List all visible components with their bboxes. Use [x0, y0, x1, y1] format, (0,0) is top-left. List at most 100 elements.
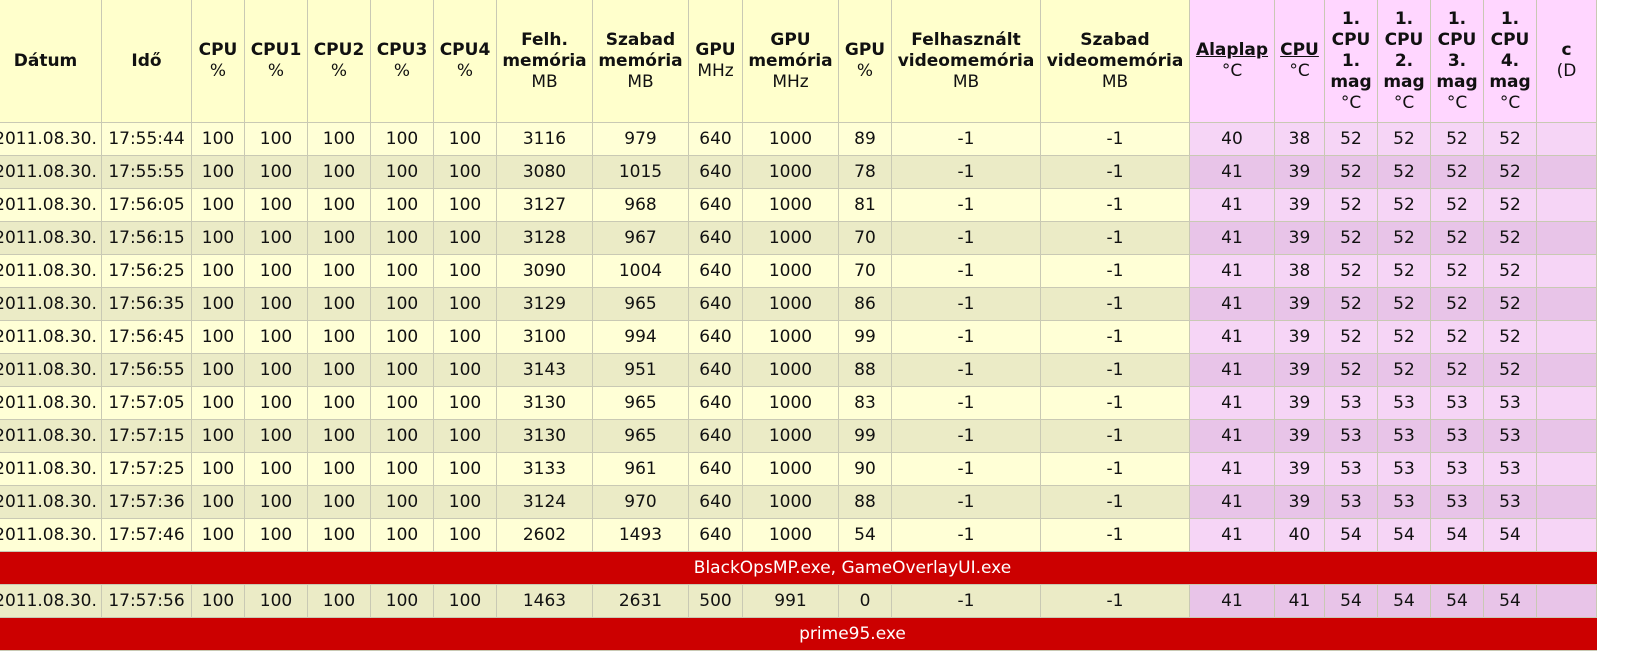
- cell-gpu_mhz: 640: [689, 255, 743, 288]
- cell-core4: 54: [1484, 585, 1537, 618]
- col-header-felh_vmem[interactable]: Felhasznált videomemória MB: [892, 0, 1041, 123]
- cell-gpu_mem: 991: [743, 585, 839, 618]
- col-header-unit: MHz: [772, 71, 809, 92]
- col-header-unit: °C: [1289, 61, 1310, 81]
- cell-cpu: 100: [192, 519, 245, 552]
- cell-datum: 2011.08.30.: [0, 486, 102, 519]
- cell-datum: 2011.08.30.: [0, 453, 102, 486]
- cell-gpu_mhz: 640: [689, 189, 743, 222]
- cell-cpu2: 100: [308, 387, 371, 420]
- col-header-core2[interactable]: 1. CPU 2. mag °C: [1378, 0, 1431, 123]
- cell-core2: 53: [1378, 453, 1431, 486]
- col-header-cpu4[interactable]: CPU4%: [434, 0, 497, 123]
- cell-cpu_temp: 39: [1275, 288, 1325, 321]
- table-row: 2011.08.30. 17:57:46 100 100 100 100 100 2602 14…: [0, 519, 1597, 552]
- cell-cpu2: 100: [308, 585, 371, 618]
- table-row: 2011.08.30. 17:56:45 100 100 100 100 100 3100 99…: [0, 321, 1597, 354]
- col-header-extra[interactable]: c (D: [1537, 0, 1597, 123]
- col-header-gpu_pct[interactable]: GPU%: [839, 0, 892, 123]
- cell-gpu_mhz: 640: [689, 486, 743, 519]
- col-header-cpu[interactable]: CPU%: [192, 0, 245, 123]
- col-header-ido[interactable]: Idő: [102, 0, 192, 123]
- col-header-datum[interactable]: Dátum: [0, 0, 102, 123]
- cell-ido: 17:57:36: [102, 486, 192, 519]
- cell-core1: 54: [1325, 519, 1378, 552]
- col-header-title: CPU1: [250, 40, 302, 60]
- cell-core3: 53: [1431, 486, 1484, 519]
- col-header-cpu_temp[interactable]: CPU °C: [1275, 0, 1325, 123]
- col-header-cpu1[interactable]: CPU1%: [245, 0, 308, 123]
- col-header-unit: °C: [1340, 92, 1362, 113]
- cell-cpu: 100: [192, 420, 245, 453]
- cell-core3: 53: [1431, 387, 1484, 420]
- cell-datum: 2011.08.30.: [0, 420, 102, 453]
- cell-core1: 52: [1325, 354, 1378, 387]
- cell-gpu_mem: 1000: [743, 189, 839, 222]
- cell-core1: 52: [1325, 288, 1378, 321]
- cell-core1: 52: [1325, 222, 1378, 255]
- col-header-title: CPU4: [439, 40, 491, 60]
- cell-felh_mem: 3080: [497, 156, 593, 189]
- cell-cpu3: 100: [371, 486, 434, 519]
- cell-core4: 52: [1484, 321, 1537, 354]
- cell-gpu_mhz: 640: [689, 519, 743, 552]
- cell-extra: [1537, 519, 1597, 552]
- col-header-core4[interactable]: 1. CPU 4. mag °C: [1484, 0, 1537, 123]
- cell-datum: 2011.08.30.: [0, 354, 102, 387]
- cell-szabad_vmem: -1: [1041, 222, 1190, 255]
- col-header-title: CPU3: [376, 40, 428, 60]
- cell-szabad_mem: 965: [593, 288, 689, 321]
- cell-cpu4: 100: [434, 321, 497, 354]
- col-header-szabad_mem[interactable]: Szabad memória MB: [593, 0, 689, 123]
- cell-cpu2: 100: [308, 420, 371, 453]
- cell-core1: 52: [1325, 321, 1378, 354]
- cell-gpu_mem: 1000: [743, 420, 839, 453]
- cell-felh_vmem: -1: [892, 255, 1041, 288]
- col-header-title: Szabad videomemória: [1046, 29, 1184, 71]
- cell-szabad_mem: 1493: [593, 519, 689, 552]
- cell-szabad_mem: 1015: [593, 156, 689, 189]
- cell-cpu4: 100: [434, 453, 497, 486]
- cell-core2: 52: [1378, 156, 1431, 189]
- table-row: 2011.08.30. 17:57:15 100 100 100 100 100 3130 96…: [0, 420, 1597, 453]
- cell-core3: 52: [1431, 288, 1484, 321]
- col-header-cpu2[interactable]: CPU2%: [308, 0, 371, 123]
- cell-core1: 52: [1325, 255, 1378, 288]
- cell-cpu2: 100: [308, 123, 371, 156]
- cell-cpu2: 100: [308, 156, 371, 189]
- cell-datum: 2011.08.30.: [0, 189, 102, 222]
- cell-extra: [1537, 123, 1597, 156]
- cell-cpu1: 100: [245, 189, 308, 222]
- col-header-unit: °C: [1499, 92, 1521, 113]
- col-header-core3[interactable]: 1. CPU 3. mag °C: [1431, 0, 1484, 123]
- col-header-szabad_vmem[interactable]: Szabad videomemória MB: [1041, 0, 1190, 123]
- col-header-gpu_mhz[interactable]: GPU MHz: [689, 0, 743, 123]
- cell-cpu_temp: 39: [1275, 189, 1325, 222]
- cell-datum: 2011.08.30.: [0, 156, 102, 189]
- cell-ido: 17:56:45: [102, 321, 192, 354]
- table-row: 2011.08.30. 17:57:56 100 100 100 100 100 1463 26…: [0, 585, 1597, 618]
- col-header-gpu_mem[interactable]: GPU memória MHz: [743, 0, 839, 123]
- cell-core1: 52: [1325, 156, 1378, 189]
- col-header-felh_mem[interactable]: Felh. memória MB: [497, 0, 593, 123]
- cell-ido: 17:57:25: [102, 453, 192, 486]
- cell-gpu_pct: 54: [839, 519, 892, 552]
- cell-cpu1: 100: [245, 585, 308, 618]
- col-header-alaplap[interactable]: Alaplap °C: [1190, 0, 1275, 123]
- cell-datum: 2011.08.30.: [0, 288, 102, 321]
- cell-cpu3: 100: [371, 453, 434, 486]
- cell-ido: 17:56:35: [102, 288, 192, 321]
- cell-core2: 53: [1378, 420, 1431, 453]
- cell-gpu_mhz: 640: [689, 420, 743, 453]
- cell-cpu: 100: [192, 321, 245, 354]
- col-header-core1[interactable]: 1. CPU 1. mag °C: [1325, 0, 1378, 123]
- col-header-unit: MB: [531, 71, 558, 92]
- col-header-title: Felhasznált videomemória: [897, 29, 1035, 71]
- cell-alaplap: 41: [1190, 585, 1275, 618]
- cell-gpu_pct: 89: [839, 123, 892, 156]
- col-header-cpu3[interactable]: CPU3%: [371, 0, 434, 123]
- cell-core4: 52: [1484, 123, 1537, 156]
- table-row: 2011.08.30. 17:57:05 100 100 100 100 100 3130 96…: [0, 387, 1597, 420]
- cell-gpu_mem: 1000: [743, 222, 839, 255]
- cell-felh_vmem: -1: [892, 321, 1041, 354]
